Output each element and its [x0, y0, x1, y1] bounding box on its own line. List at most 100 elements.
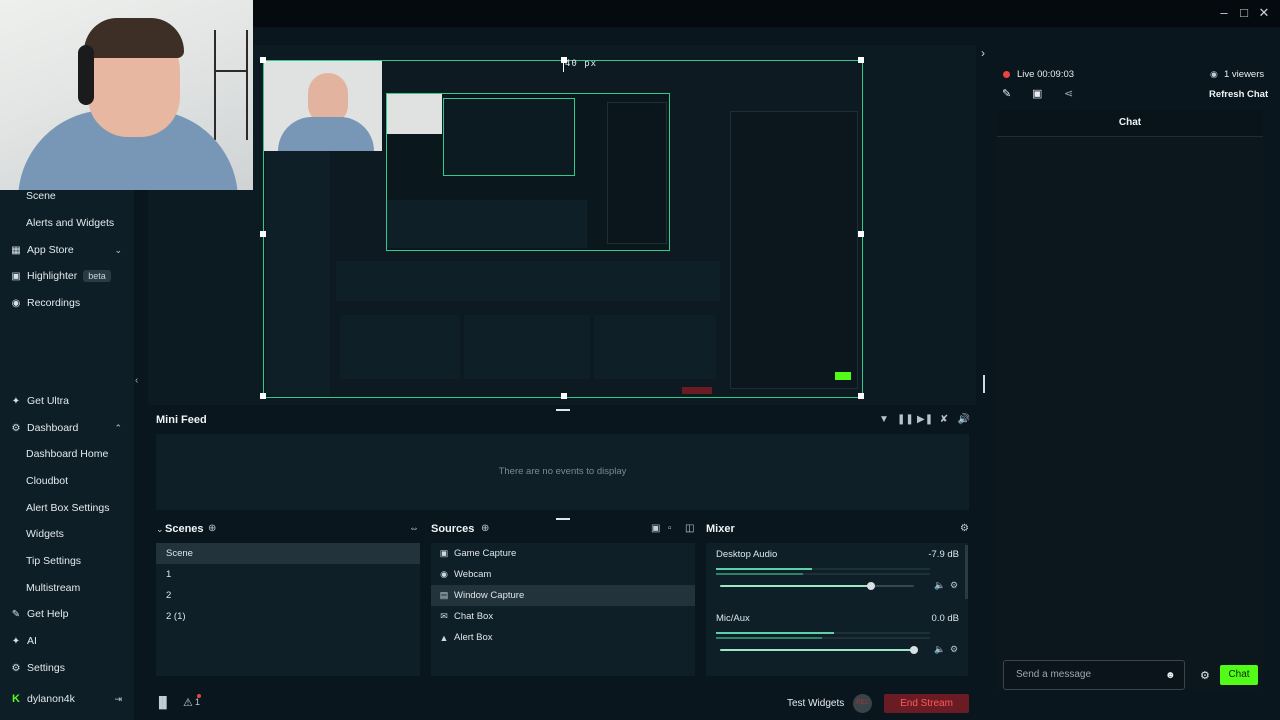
- mixer-settings-icon[interactable]: ⚙: [960, 523, 969, 534]
- kick-logo-icon: K: [12, 693, 20, 705]
- sidebar-item-alert-box-settings[interactable]: Alert Box Settings: [0, 496, 134, 520]
- window-icon: ▤: [439, 590, 449, 600]
- add-source-icon[interactable]: ⊕: [481, 523, 489, 534]
- minimize-icon[interactable]: –: [1214, 5, 1234, 21]
- chat-icon: ✉: [440, 611, 448, 621]
- sidebar-item-tip-settings[interactable]: Tip Settings: [0, 549, 134, 573]
- nested-chat: [730, 111, 858, 389]
- mixer-scrollbar[interactable]: [965, 545, 968, 599]
- source-remove-icon[interactable]: ▫: [668, 523, 672, 534]
- stream-preview[interactable]: [260, 57, 864, 399]
- ai-icon: ✦: [11, 635, 21, 647]
- test-widgets-button[interactable]: Test Widgets: [787, 698, 844, 709]
- share-icon[interactable]: ⋖: [1064, 87, 1073, 100]
- audio-meter: [716, 632, 930, 634]
- source-item[interactable]: ▲ Alert Box: [431, 627, 695, 648]
- sidebar-item-get-help[interactable]: ✎ Get Help: [0, 602, 134, 626]
- nested-scenes: [340, 315, 460, 379]
- sidebar-item-highlighter[interactable]: ▣ Highlighter beta: [0, 264, 134, 288]
- chat-settings-icon[interactable]: ⚙: [1200, 669, 1210, 682]
- folder-icon[interactable]: ◫: [685, 523, 694, 534]
- collapse-sidebar-icon[interactable]: ‹: [135, 375, 138, 386]
- pause-icon[interactable]: ❚❚: [897, 414, 914, 428]
- volume-slider[interactable]: [720, 582, 914, 590]
- resize-handle-ne[interactable]: [858, 57, 864, 63]
- resize-handle-w[interactable]: [260, 231, 266, 237]
- nested-preview: [386, 93, 670, 251]
- resize-divider[interactable]: [983, 375, 985, 393]
- source-item[interactable]: ◉ Webcam: [431, 564, 695, 585]
- drag-handle-minifeed[interactable]: [556, 518, 570, 520]
- source-item[interactable]: ✉ Chat Box: [431, 606, 695, 627]
- resize-handle-sw[interactable]: [260, 393, 266, 399]
- nested-minifeed: [336, 261, 720, 301]
- skip-icon[interactable]: ▶❚: [917, 414, 933, 428]
- source-item[interactable]: ▣ Game Capture: [431, 543, 695, 564]
- close-icon[interactable]: ✕: [1254, 5, 1274, 21]
- chevron-right-icon[interactable]: ›: [981, 46, 985, 60]
- sidebar-item-recordings[interactable]: ◉ Recordings: [0, 291, 134, 315]
- speaker-icon[interactable]: 🔈: [934, 644, 945, 655]
- channel-settings-icon[interactable]: ⚙: [950, 644, 958, 655]
- source-group-icon[interactable]: ▣: [651, 523, 660, 534]
- distance-label: 40 px: [565, 59, 598, 69]
- scene-transition-icon[interactable]: ⇔: [409, 523, 419, 534]
- channel-settings-icon[interactable]: ⚙: [950, 580, 958, 591]
- resize-handle-e[interactable]: [858, 231, 864, 237]
- user-profile[interactable]: K dylanon4k ⇥: [0, 687, 134, 711]
- rec-button[interactable]: REC: [853, 694, 872, 713]
- audio-meter: [716, 568, 930, 570]
- alert-icon[interactable]: ⚠: [183, 696, 193, 709]
- mini-feed-title: Mini Feed: [156, 414, 207, 426]
- live-timer: Live 00:09:03: [1017, 69, 1075, 80]
- scene-item[interactable]: 2 (1): [156, 606, 420, 627]
- scene-item[interactable]: 2: [156, 585, 420, 606]
- volume-slider-knob[interactable]: [867, 582, 876, 590]
- volume-slider[interactable]: [720, 646, 918, 654]
- sidebar-item-app-store[interactable]: ▦ App Store ⌄: [0, 238, 134, 262]
- settings-icon: ⚙: [11, 662, 21, 674]
- volume-icon[interactable]: 🔊: [957, 414, 971, 428]
- logout-icon[interactable]: ⇥: [114, 694, 122, 705]
- resize-handle-se[interactable]: [858, 393, 864, 399]
- sidebar-item-get-ultra[interactable]: ✦ Get Ultra: [0, 389, 134, 413]
- filter-icon[interactable]: ▼: [877, 414, 891, 428]
- mute-alerts-icon[interactable]: ✘: [937, 414, 951, 428]
- eye-icon: ◉: [1210, 69, 1218, 79]
- audio-meter: [716, 573, 930, 575]
- stats-icon[interactable]: ▐▌: [155, 697, 171, 709]
- chat-message-input[interactable]: Send a message: [1003, 660, 1185, 690]
- volume-slider-knob[interactable]: [910, 646, 918, 654]
- emoji-icon[interactable]: ☻: [1165, 670, 1176, 681]
- resize-handle-nw[interactable]: [260, 57, 266, 63]
- resize-handle-s[interactable]: [561, 393, 567, 399]
- maximize-icon[interactable]: □: [1234, 5, 1254, 21]
- drag-handle-preview[interactable]: [556, 409, 570, 411]
- edit-stream-icon[interactable]: ✎: [1002, 87, 1011, 100]
- audio-meter: [716, 637, 930, 639]
- scene-item[interactable]: 1: [156, 564, 420, 585]
- sidebar-item-multistream[interactable]: Multistream: [0, 576, 134, 600]
- mixer-title: Mixer: [706, 523, 735, 535]
- speaker-icon[interactable]: 🔈: [934, 580, 945, 591]
- end-stream-button[interactable]: End Stream: [884, 694, 969, 713]
- clip-icon[interactable]: ▣: [1032, 87, 1042, 100]
- sidebar-item-widgets[interactable]: Widgets: [0, 522, 134, 546]
- add-scene-icon[interactable]: ⊕: [208, 523, 216, 534]
- collapse-scenes-icon[interactable]: ⌄: [156, 524, 164, 535]
- alert-count: 1: [195, 697, 201, 707]
- sidebar-item-alerts-widgets[interactable]: Alerts and Widgets: [0, 211, 134, 235]
- sidebar-item-dashboard[interactable]: ⚙ Dashboard ⌃: [0, 416, 134, 440]
- sidebar-item-ai[interactable]: ✦ AI: [0, 629, 134, 653]
- refresh-chat-button[interactable]: Refresh Chat: [1209, 89, 1268, 100]
- sidebar-item-dashboard-home[interactable]: Dashboard Home: [0, 442, 134, 466]
- mixer-channel-db: 0.0 dB: [931, 613, 959, 624]
- sidebar-item-scene[interactable]: Scene: [0, 184, 134, 208]
- mixer-channel-name: Desktop Audio: [716, 549, 778, 560]
- sidebar-item-cloudbot[interactable]: Cloudbot: [0, 469, 134, 493]
- sidebar-item-settings[interactable]: ⚙ Settings: [0, 656, 134, 680]
- chat-send-button[interactable]: Chat: [1220, 665, 1258, 685]
- source-item[interactable]: ▤ Window Capture: [431, 585, 695, 606]
- scene-item[interactable]: Scene: [156, 543, 420, 564]
- app-store-icon: ▦: [11, 244, 21, 256]
